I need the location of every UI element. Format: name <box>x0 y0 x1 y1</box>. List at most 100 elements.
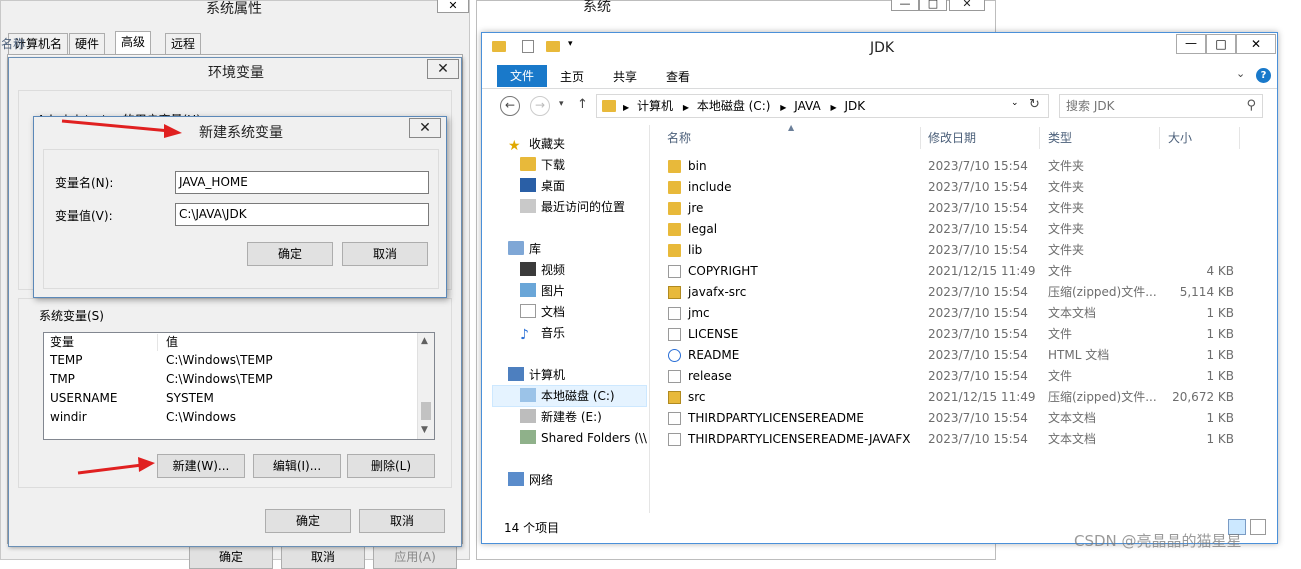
file-type: 文件 <box>1048 264 1073 278</box>
breadcrumb-item[interactable]: 本地磁盘 (C:) <box>697 99 771 113</box>
file-row[interactable]: README 2023/7/10 15:54 HTML 文档 1 KB <box>650 345 1240 366</box>
breadcrumb-item[interactable]: 计算机 <box>637 99 673 113</box>
navigation-pane <box>482 125 650 513</box>
properties-icon[interactable] <box>522 40 534 53</box>
breadcrumb-item[interactable]: JAVA <box>794 99 820 113</box>
nav-item-network[interactable]: 网络 <box>508 470 553 491</box>
file-row[interactable]: bin 2023/7/10 15:54 文件夹 <box>650 156 1240 177</box>
text-file-icon <box>668 433 681 446</box>
file-date: 2023/7/10 15:54 <box>928 285 1028 299</box>
nav-item-label: 收藏夹 <box>529 137 566 151</box>
nav-item-shared-folders[interactable]: Shared Folders (\\ <box>520 428 647 449</box>
file-type: 文本文档 <box>1048 306 1097 320</box>
chevron-down-icon[interactable]: ▾ <box>568 39 573 49</box>
back-button[interactable]: ← <box>500 96 520 116</box>
nav-item-videos[interactable]: 视频 <box>520 260 565 281</box>
close-button[interactable]: ✕ <box>1236 34 1276 54</box>
search-input[interactable] <box>1064 97 1234 115</box>
large-icons-view-icon[interactable] <box>1250 519 1266 535</box>
search-box[interactable]: ⚲ <box>1059 94 1263 118</box>
file-icon <box>668 265 681 278</box>
nav-item-label: 库 <box>529 242 542 256</box>
file-row[interactable]: COPYRIGHT 2021/12/15 11:49 文件 4 KB <box>650 261 1240 282</box>
file-date: 2023/7/10 15:54 <box>928 432 1028 446</box>
nav-item-downloads[interactable]: 下载 <box>520 155 565 176</box>
file-type: 文件夹 <box>1048 180 1085 194</box>
nav-item-documents[interactable]: 文档 <box>520 302 565 323</box>
file-name: THIRDPARTYLICENSEREADME <box>688 411 864 425</box>
close-button[interactable]: ✕ <box>949 0 985 11</box>
file-row[interactable]: jmc 2023/7/10 15:54 文本文档 1 KB <box>650 303 1240 324</box>
search-icon[interactable]: ⚲ <box>1246 98 1256 113</box>
file-row[interactable]: legal 2023/7/10 15:54 文件夹 <box>650 219 1240 240</box>
nav-item-favorites[interactable]: ★ 收藏夹 <box>508 134 565 155</box>
maximize-button[interactable]: □ <box>919 0 947 11</box>
ribbon-tab-file[interactable]: 文件 <box>497 65 547 87</box>
nav-item-label: 新建卷 (E:) <box>541 410 602 424</box>
breadcrumb-item[interactable]: JDK <box>844 99 865 113</box>
address-dropdown-icon[interactable]: ⌄ <box>1011 98 1019 108</box>
column-header-size[interactable]: 大小 <box>1168 127 1240 149</box>
file-date: 2023/7/10 15:54 <box>928 222 1028 236</box>
file-type: 压缩(zipped)文件... <box>1048 285 1157 299</box>
recent-locations-icon[interactable]: ▾ <box>559 99 564 109</box>
column-header-type[interactable]: 类型 <box>1048 127 1160 149</box>
file-row[interactable]: THIRDPARTYLICENSEREADME 2023/7/10 15:54 文本… <box>650 408 1240 429</box>
file-type: 文件 <box>1048 369 1073 383</box>
zip-icon <box>668 391 681 404</box>
minimize-button[interactable]: — <box>891 0 919 11</box>
nav-item-new-volume-e[interactable]: 新建卷 (E:) <box>520 407 602 428</box>
file-type: 文本文档 <box>1048 411 1097 425</box>
network-icon <box>508 472 524 486</box>
new-folder-icon[interactable] <box>546 41 560 52</box>
file-row[interactable]: lib 2023/7/10 15:54 文件夹 <box>650 240 1240 261</box>
file-row[interactable]: THIRDPARTYLICENSEREADME-JAVAFX 2023/7/10 … <box>650 429 1240 450</box>
column-header-name[interactable]: 名称 <box>1 33 25 55</box>
folder-icon <box>492 41 506 52</box>
ribbon-expand-icon[interactable]: ⌄ <box>1236 67 1245 80</box>
up-button[interactable]: ↑ <box>577 97 588 112</box>
maximize-button[interactable]: □ <box>1206 34 1236 54</box>
ribbon-tab-share[interactable]: 共享 <box>613 68 637 85</box>
nav-item-libraries[interactable]: 库 <box>508 239 541 260</box>
file-row[interactable]: jre 2023/7/10 15:54 文件夹 <box>650 198 1240 219</box>
column-header-date[interactable]: 修改日期 <box>928 127 1040 149</box>
file-row[interactable]: include 2023/7/10 15:54 文件夹 <box>650 177 1240 198</box>
ribbon-tab-home[interactable]: 主页 <box>560 68 584 85</box>
nav-item-label: 音乐 <box>541 326 566 340</box>
nav-item-music[interactable]: ♪ 音乐 <box>520 323 565 344</box>
folder-icon <box>668 181 681 194</box>
file-type: 文件夹 <box>1048 201 1085 215</box>
file-date: 2023/7/10 15:54 <box>928 327 1028 341</box>
ribbon-tab-view[interactable]: 查看 <box>666 68 690 85</box>
file-row[interactable]: src 2021/12/15 11:49 压缩(zipped)文件... 20,672… <box>650 387 1240 408</box>
file-date: 2023/7/10 15:54 <box>928 369 1028 383</box>
video-icon <box>520 262 536 276</box>
folder-icon <box>602 100 616 112</box>
folder-icon <box>668 244 681 257</box>
help-icon[interactable]: ? <box>1256 68 1271 83</box>
refresh-icon[interactable]: ↻ <box>1029 97 1040 112</box>
file-name: COPYRIGHT <box>688 264 758 278</box>
nav-item-pictures[interactable]: 图片 <box>520 281 565 302</box>
forward-button[interactable]: → <box>530 96 550 116</box>
minimize-button[interactable]: — <box>1176 34 1206 54</box>
text-file-icon <box>668 412 681 425</box>
nav-item-recent[interactable]: 最近访问的位置 <box>520 197 625 218</box>
arrow-to-dialog-title <box>61 119 171 133</box>
nav-item-desktop[interactable]: 桌面 <box>520 176 565 197</box>
file-row[interactable]: javafx-src 2023/7/10 15:54 压缩(zipped)文件...… <box>650 282 1240 303</box>
nav-item-computer[interactable]: 计算机 <box>508 365 565 386</box>
nav-item-local-disk-c[interactable]: 本地磁盘 (C:) <box>520 386 615 407</box>
file-row[interactable]: LICENSE 2023/7/10 15:54 文件 1 KB <box>650 324 1240 345</box>
title-bar: ▾ JDK — □ ✕ <box>482 33 1277 61</box>
folder-icon <box>668 223 681 236</box>
column-header-name[interactable]: 名称 <box>667 127 921 149</box>
address-bar[interactable]: ▶ 计算机 ▶ 本地磁盘 (C:) ▶ JAVA ▶ JDK ⌄ ↻ <box>596 94 1049 118</box>
file-size: 1 KB <box>1206 369 1234 383</box>
file-name: bin <box>688 159 707 173</box>
file-name: README <box>688 348 740 362</box>
picture-icon <box>520 283 536 297</box>
drive-icon <box>520 409 536 423</box>
file-row[interactable]: release 2023/7/10 15:54 文件 1 KB <box>650 366 1240 387</box>
